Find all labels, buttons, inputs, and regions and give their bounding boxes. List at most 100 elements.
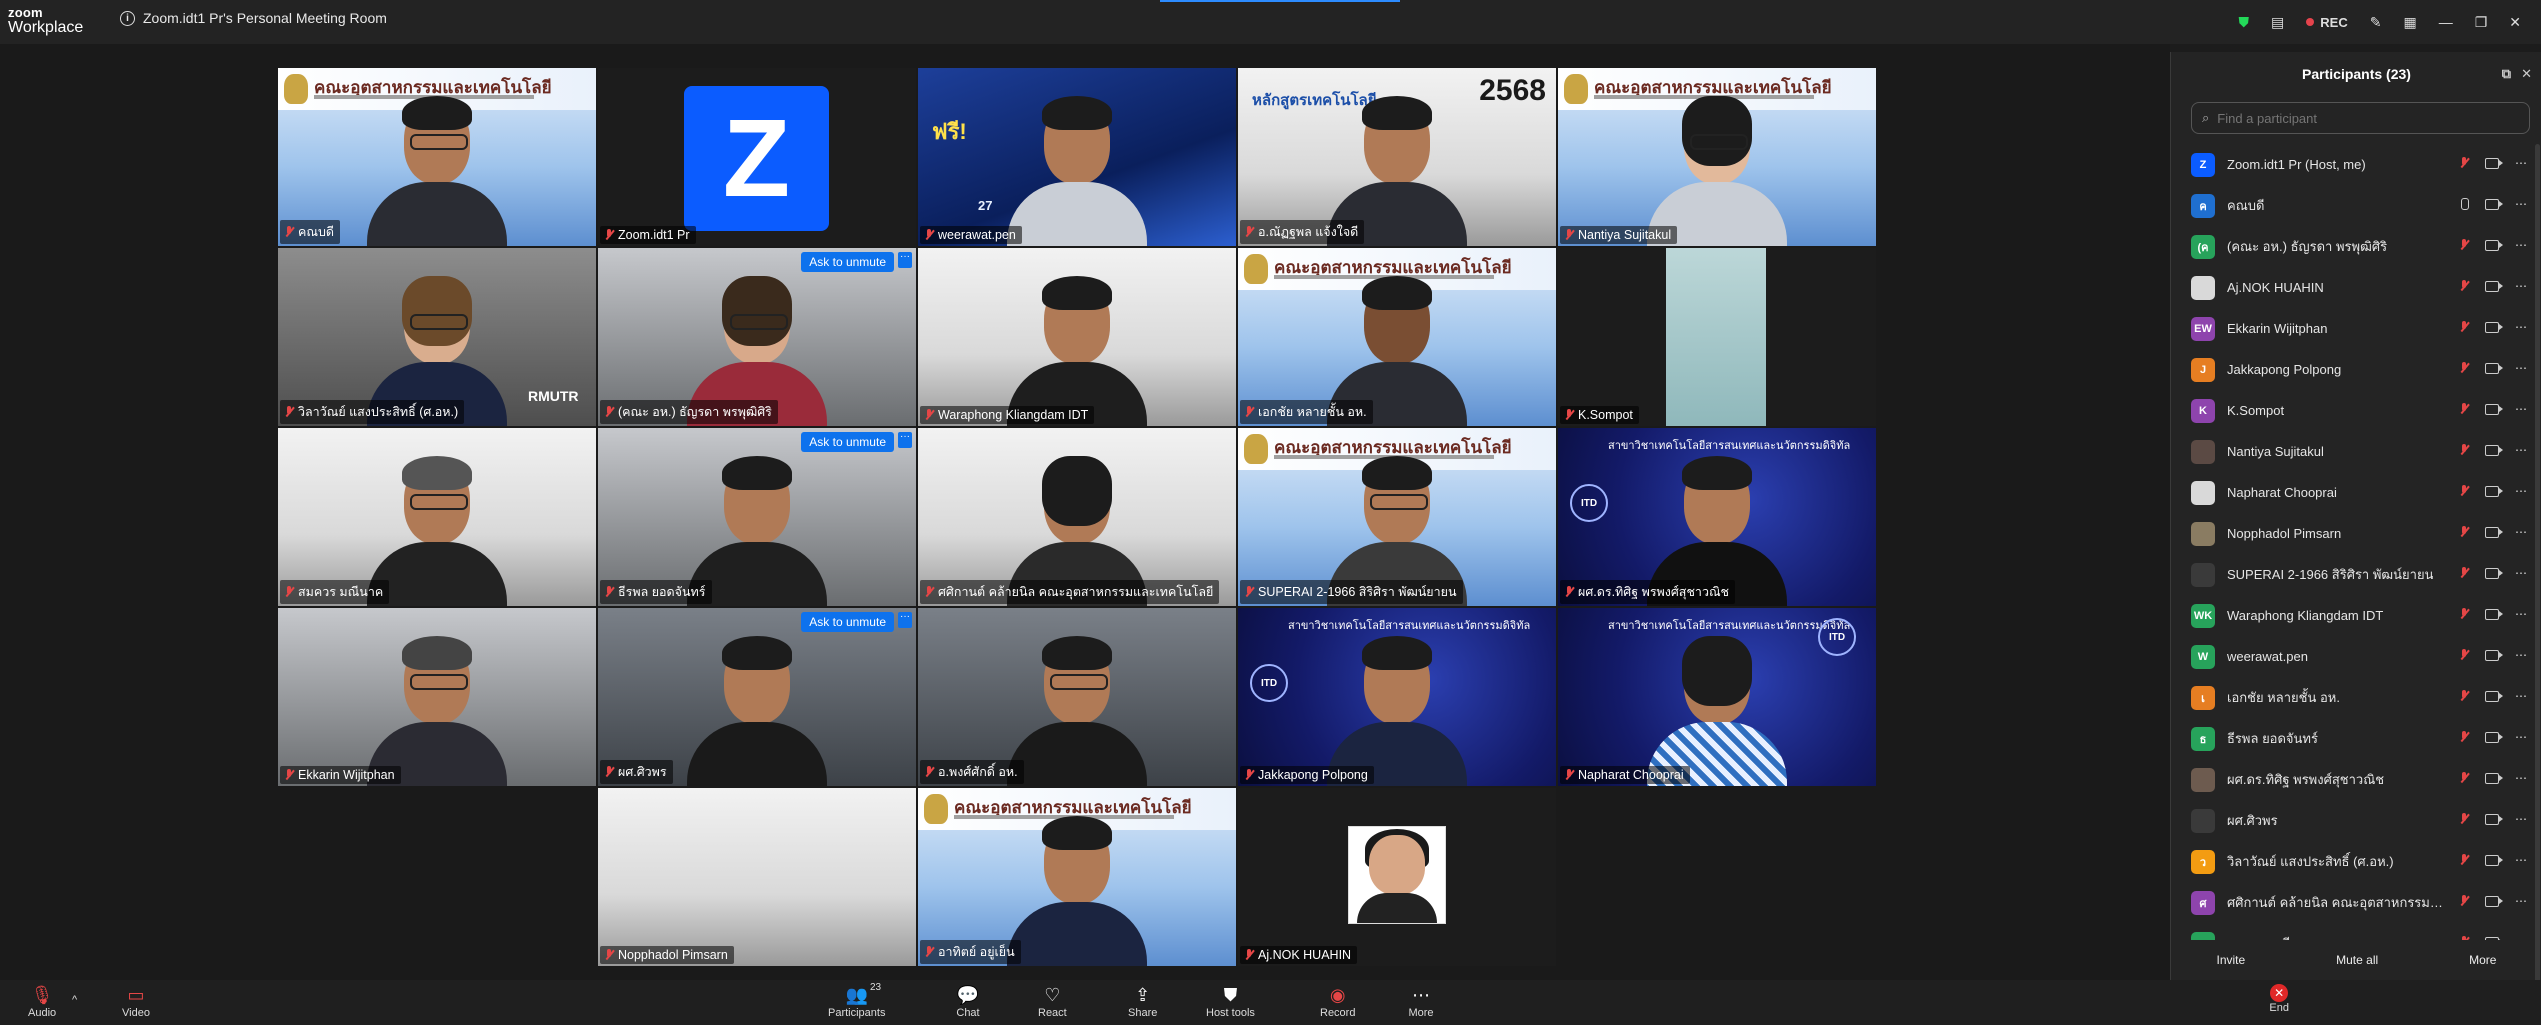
ask-to-unmute-button[interactable]: Ask to unmute bbox=[801, 612, 894, 632]
audio-button[interactable]: 🎙 Audio bbox=[28, 983, 56, 1020]
video-tile[interactable]: สมควร มณีนาค bbox=[278, 428, 596, 606]
video-tile[interactable]: ศศิกานต์ คล้ายนิล คณะอุตสาหกรรมและเทคโนโ… bbox=[918, 428, 1236, 606]
video-tile[interactable]: Aj.NOK HUAHIN bbox=[1238, 788, 1556, 966]
tile-more-icon[interactable]: ··· bbox=[898, 432, 912, 448]
participant-avatar bbox=[2191, 275, 2215, 300]
participant-name: Aj.NOK HUAHIN bbox=[2227, 280, 2324, 295]
more-options-icon[interactable]: ⋯ bbox=[2515, 484, 2528, 498]
chat-button[interactable]: 💬 Chat bbox=[955, 983, 981, 1020]
video-tile[interactable]: ฟรี! 27 weerawat.pen bbox=[918, 68, 1236, 246]
participant-row[interactable]: J Jakkapong Polpong ⋯ bbox=[2171, 349, 2541, 390]
more-options-icon[interactable]: ⋯ bbox=[2515, 894, 2528, 908]
more-options-icon[interactable]: ⋯ bbox=[2515, 320, 2528, 334]
host-tools-button[interactable]: ⛊ Host tools bbox=[1206, 983, 1255, 1020]
video-tile[interactable]: สาขาวิชาเทคโนโลยีสารสนเทศและนวัตกรรมดิจิ… bbox=[1558, 608, 1876, 786]
video-tile[interactable]: Ekkarin Wijitphan bbox=[278, 608, 596, 786]
record-button[interactable]: ◉ Record bbox=[1320, 983, 1355, 1020]
more-options-icon[interactable]: ⋯ bbox=[2515, 812, 2528, 826]
video-tile[interactable]: Z Zoom.idt1 Pr bbox=[598, 68, 916, 246]
more-button[interactable]: More bbox=[2453, 948, 2512, 972]
participant-row[interactable]: Aj.NOK HUAHIN ⋯ bbox=[2171, 267, 2541, 308]
more-options-icon[interactable]: ⋯ bbox=[2515, 525, 2528, 539]
participant-status: ⋯ bbox=[2461, 197, 2528, 211]
participant-row[interactable]: K K.Sompot ⋯ bbox=[2171, 390, 2541, 431]
video-tile[interactable]: อ.พงศ์ศักดิ์ อห. bbox=[918, 608, 1236, 786]
more-options-icon[interactable]: ⋯ bbox=[2515, 730, 2528, 744]
pop-out-icon[interactable]: ⧉ bbox=[2502, 66, 2511, 82]
participant-row[interactable]: ผศ.ดร.ทิศิฐ พรพงศ์สุชาวณิช ⋯ bbox=[2171, 759, 2541, 800]
more-options-icon[interactable]: ⋯ bbox=[2515, 566, 2528, 580]
video-button[interactable]: ▭ Video bbox=[122, 983, 150, 1020]
notes-icon[interactable]: ▤ bbox=[2271, 14, 2284, 31]
video-tile[interactable]: คณะอุตสาหกรรมและเทคโนโลยี SUPERAI 2-1966… bbox=[1238, 428, 1556, 606]
more-options-icon[interactable]: ⋯ bbox=[2515, 361, 2528, 375]
more-options-icon[interactable]: ⋯ bbox=[2515, 443, 2528, 457]
more-button[interactable]: ⋯ More bbox=[1408, 983, 1434, 1020]
participant-row[interactable]: (ค (คณะ อห.) ธัญรดา พรพุฒิศิริ ⋯ bbox=[2171, 226, 2541, 267]
video-tile[interactable]: สาขาวิชาเทคโนโลยีสารสนเทศและนวัตกรรมดิจิ… bbox=[1238, 608, 1556, 786]
participant-row[interactable]: ศ ศศิกานต์ คล้ายนิล คณะอุตสาหกรรมและ... ⋯ bbox=[2171, 882, 2541, 923]
grid-view-icon[interactable]: ▦ bbox=[2403, 14, 2416, 31]
invite-button[interactable]: Invite bbox=[2200, 948, 2261, 972]
more-options-icon[interactable]: ⋯ bbox=[2515, 607, 2528, 621]
more-options-icon[interactable]: ⋯ bbox=[2515, 771, 2528, 785]
more-options-icon[interactable]: ⋯ bbox=[2515, 156, 2528, 170]
participant-row[interactable]: Z Zoom.idt1 Pr (Host, me) ⋯ bbox=[2171, 144, 2541, 185]
more-options-icon[interactable]: ⋯ bbox=[2515, 689, 2528, 703]
tile-more-icon[interactable]: ··· bbox=[898, 252, 912, 268]
restore-icon[interactable]: ❐ bbox=[2475, 14, 2488, 31]
participant-row[interactable]: ผศ.ศิวพร ⋯ bbox=[2171, 800, 2541, 841]
search-input[interactable] bbox=[2215, 109, 2500, 127]
video-tile[interactable]: Waraphong Kliangdam IDT bbox=[918, 248, 1236, 426]
more-options-icon[interactable]: ⋯ bbox=[2515, 238, 2528, 252]
participant-search[interactable]: ⌕ bbox=[2191, 102, 2530, 134]
more-options-icon[interactable]: ⋯ bbox=[2515, 279, 2528, 293]
video-tile[interactable]: คณะอุตสาหกรรมและเทคโนโลยี Nantiya Sujita… bbox=[1558, 68, 1876, 246]
participant-row[interactable]: ธ ธีรพล ยอดจันทร์ ⋯ bbox=[2171, 718, 2541, 759]
video-tile[interactable]: RMUTR วิลาวัณย์ แสงประสิทธิ์ (ศ.อห.) bbox=[278, 248, 596, 426]
participant-row[interactable]: ค คณบดี ⋯ bbox=[2171, 185, 2541, 226]
participant-row[interactable]: WK Waraphong Kliangdam IDT ⋯ bbox=[2171, 595, 2541, 636]
video-tile[interactable]: คณะอุตสาหกรรมและเทคโนโลยี คณบดี bbox=[278, 68, 596, 246]
ask-to-unmute-button[interactable]: Ask to unmute bbox=[801, 252, 894, 272]
more-options-icon[interactable]: ⋯ bbox=[2515, 648, 2528, 662]
close-icon[interactable]: ✕ bbox=[2509, 14, 2521, 31]
share-button[interactable]: ⇪ Share bbox=[1128, 983, 1157, 1020]
video-tile[interactable]: หลักสูตรเทคโนโลยี 2568 อ.ณัฏฐพล แจ้งใจดี bbox=[1238, 68, 1556, 246]
close-panel-icon[interactable]: ✕ bbox=[2521, 66, 2532, 82]
more-options-icon[interactable]: ⋯ bbox=[2515, 402, 2528, 416]
tile-more-icon[interactable]: ··· bbox=[898, 612, 912, 628]
participant-row[interactable]: Wweerawat.pen ⋯ bbox=[2171, 636, 2541, 677]
end-button[interactable]: ✕ End bbox=[2269, 984, 2289, 1014]
recording-indicator[interactable]: REC bbox=[2306, 15, 2348, 30]
more-options-icon[interactable]: ⋯ bbox=[2515, 853, 2528, 867]
meeting-title[interactable]: i Zoom.idt1 Pr's Personal Meeting Room bbox=[120, 10, 387, 26]
participant-row[interactable]: สสมควร มณีนาค⋯ bbox=[2171, 923, 2541, 940]
participant-row[interactable]: Nantiya Sujitakul ⋯ bbox=[2171, 431, 2541, 472]
participant-row[interactable]: Nopphadol Pimsarn ⋯ bbox=[2171, 513, 2541, 554]
video-tile[interactable]: Ask to unmute ··· (คณะ อห.) ธัญรดา พรพุฒ… bbox=[598, 248, 916, 426]
apps-icon[interactable]: ✎ bbox=[2370, 14, 2382, 31]
video-tile[interactable]: สาขาวิชาเทคโนโลยีสารสนเทศและนวัตกรรมดิจิ… bbox=[1558, 428, 1876, 606]
participant-row[interactable]: เ เอกชัย หลายชั้น อห. ⋯ bbox=[2171, 677, 2541, 718]
video-tile[interactable]: K.Sompot bbox=[1558, 248, 1876, 426]
react-button[interactable]: ♡ React bbox=[1038, 983, 1067, 1020]
info-icon[interactable]: i bbox=[120, 10, 135, 26]
more-options-icon[interactable]: ⋯ bbox=[2515, 197, 2528, 211]
participant-row[interactable]: SUPERAI 2-1966 สิริศิรา พัฒน์ยายน ⋯ bbox=[2171, 554, 2541, 595]
mute-all-button[interactable]: Mute all bbox=[2320, 948, 2394, 972]
video-tile[interactable]: คณะอุตสาหกรรมและเทคโนโลยี อาทิตย์ อยู่เย… bbox=[918, 788, 1236, 966]
video-tile[interactable]: Nopphadol Pimsarn bbox=[598, 788, 916, 966]
video-tile[interactable]: Ask to unmute ··· ธีรพล ยอดจันทร์ bbox=[598, 428, 916, 606]
video-tile[interactable]: คณะอุตสาหกรรมและเทคโนโลยี เอกชัย หลายชั้… bbox=[1238, 248, 1556, 426]
participant-row[interactable]: Napharat Chooprai ⋯ bbox=[2171, 472, 2541, 513]
scrollbar[interactable] bbox=[2535, 144, 2540, 984]
audio-options-icon[interactable]: ^ bbox=[72, 994, 77, 1006]
shield-icon[interactable]: ⛊ bbox=[2239, 14, 2250, 31]
ask-to-unmute-button[interactable]: Ask to unmute bbox=[801, 432, 894, 452]
mic-muted-icon bbox=[2459, 280, 2469, 292]
minimize-icon[interactable]: — bbox=[2439, 14, 2453, 30]
participant-row[interactable]: EW Ekkarin Wijitphan ⋯ bbox=[2171, 308, 2541, 349]
participant-row[interactable]: ว วิลาวัณย์ แสงประสิทธิ์ (ศ.อห.) ⋯ bbox=[2171, 841, 2541, 882]
video-tile[interactable]: Ask to unmute ··· ผศ.ศิวพร bbox=[598, 608, 916, 786]
